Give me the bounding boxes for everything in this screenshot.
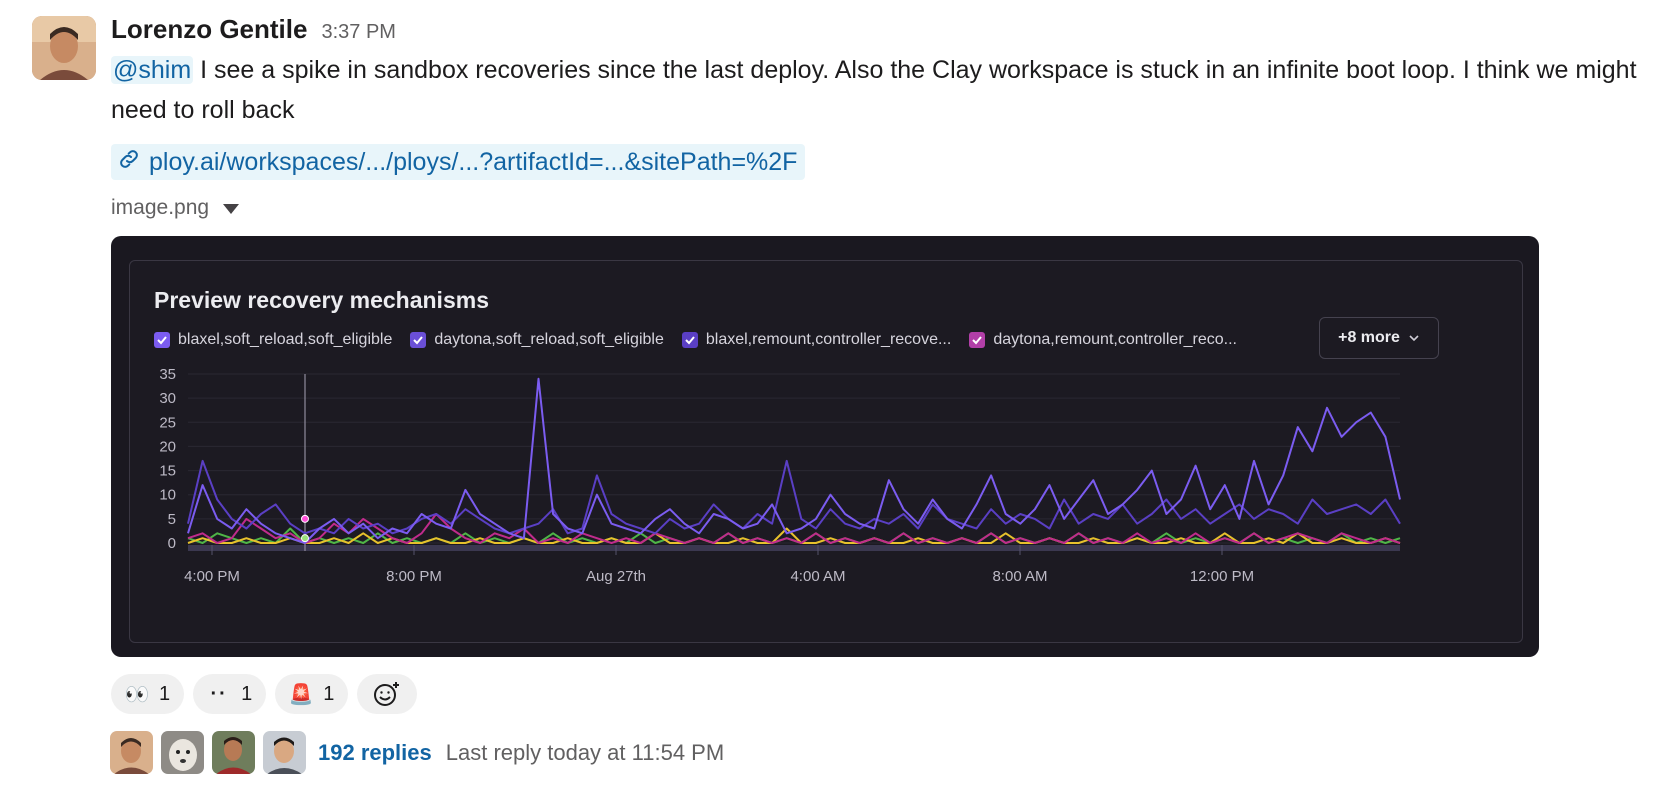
link-icon — [117, 147, 141, 178]
x-tick-label: 8:00 AM — [992, 568, 1047, 585]
chart-panel: Preview recovery mechanisms blaxel,soft_… — [129, 260, 1523, 643]
y-tick-label: 0 — [168, 535, 176, 552]
thread-last-reply: Last reply today at 11:54 PM — [445, 739, 725, 765]
thread-replies-link[interactable]: 192 replies — [318, 740, 432, 766]
add-emoji-icon — [374, 682, 400, 706]
dots-emoji-icon: ·· — [210, 682, 228, 705]
thread-avatar — [212, 731, 255, 774]
reaction-siren[interactable]: 🚨 1 — [275, 674, 349, 714]
reaction-count: 1 — [323, 682, 335, 705]
thread-avatar — [263, 731, 306, 774]
x-tick-label: Aug 27th — [586, 568, 646, 585]
reaction-count: 1 — [159, 682, 171, 705]
add-reaction-button[interactable] — [357, 674, 418, 714]
reaction-dots[interactable]: ·· 1 — [193, 674, 267, 714]
x-tick-label: 8:00 PM — [386, 568, 442, 585]
reactions-bar: 👀 1 ·· 1 🚨 1 — [111, 674, 418, 714]
y-tick-label: 20 — [159, 438, 176, 455]
chevron-down-icon[interactable] — [223, 204, 240, 214]
x-axis-band — [188, 545, 1400, 551]
message-link[interactable]: ploy.ai/workspaces/.../ploys/...?artifac… — [111, 144, 806, 180]
message-text: @shim I see a spike in sandbox recoverie… — [111, 50, 1661, 130]
y-tick-label: 35 — [159, 366, 176, 383]
message-body: I see a spike in sandbox recoveries sinc… — [111, 56, 1637, 124]
line-chart[interactable]: 35 30 25 20 15 10 5 0 4:00 PM 8:00 PM Aug 27th 4:00… — [130, 261, 1522, 642]
x-tick-label: 4:00 PM — [184, 568, 240, 585]
y-tick-label: 30 — [159, 390, 176, 407]
author-name[interactable]: Lorenzo Gentile — [111, 14, 307, 45]
thread-avatar — [161, 731, 204, 774]
hover-point — [301, 514, 309, 523]
link-text[interactable]: ploy.ai/workspaces/.../ploys/...?artifac… — [149, 148, 797, 177]
message-timestamp[interactable]: 3:37 PM — [321, 21, 395, 44]
eyes-emoji-icon: 👀 — [124, 683, 150, 706]
thread-avatar — [110, 731, 153, 774]
thread-summary[interactable]: 192 replies Last reply today at 11:54 PM — [110, 731, 724, 774]
y-tick-label: 10 — [159, 487, 176, 504]
siren-emoji-icon: 🚨 — [288, 683, 314, 706]
hover-point — [301, 534, 309, 543]
x-tick-label: 12:00 PM — [1190, 568, 1254, 585]
y-tick-label: 5 — [168, 511, 176, 528]
y-tick-label: 25 — [159, 414, 176, 431]
image-attachment[interactable]: Preview recovery mechanisms blaxel,soft_… — [111, 236, 1539, 657]
y-tick-label: 15 — [159, 463, 176, 480]
x-tick-label: 4:00 AM — [790, 568, 845, 585]
reaction-eyes[interactable]: 👀 1 — [111, 674, 185, 714]
user-mention[interactable]: @shim — [111, 56, 194, 84]
attachment-name[interactable]: image.png — [111, 196, 209, 220]
reaction-count: 1 — [241, 682, 253, 705]
author-avatar[interactable] — [32, 16, 96, 80]
